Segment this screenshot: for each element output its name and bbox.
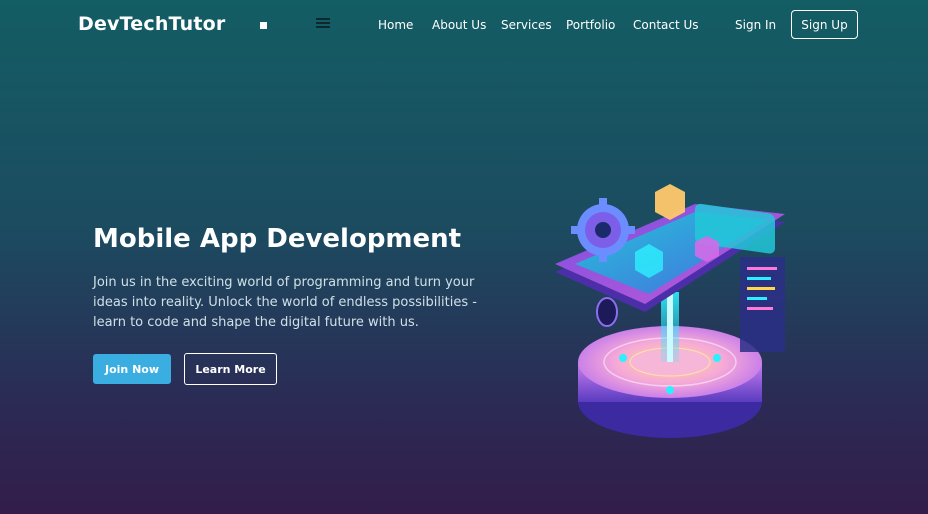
join-now-button[interactable]: Join Now bbox=[93, 354, 171, 384]
nav-home-link[interactable]: Home bbox=[378, 18, 413, 32]
hero-title: Mobile App Development bbox=[93, 224, 462, 254]
navbar: DevTechTutor Home About Us Services Port… bbox=[0, 0, 928, 50]
brand-logo[interactable]: DevTechTutor bbox=[78, 13, 225, 35]
nav-portfolio-link[interactable]: Portfolio bbox=[566, 18, 615, 32]
nav-contact-link[interactable]: Contact Us bbox=[633, 18, 699, 32]
hero-illustration bbox=[555, 184, 785, 438]
sign-in-link[interactable]: Sign In bbox=[735, 18, 776, 32]
learn-more-button[interactable]: Learn More bbox=[184, 353, 277, 385]
sign-up-button[interactable]: Sign Up bbox=[791, 10, 858, 39]
nav-services-link[interactable]: Services bbox=[501, 18, 552, 32]
square-icon bbox=[260, 22, 267, 29]
menu-icon[interactable] bbox=[316, 18, 330, 29]
hero-description: Join us in the exciting world of program… bbox=[93, 275, 477, 330]
nav-about-link[interactable]: About Us bbox=[432, 18, 486, 32]
